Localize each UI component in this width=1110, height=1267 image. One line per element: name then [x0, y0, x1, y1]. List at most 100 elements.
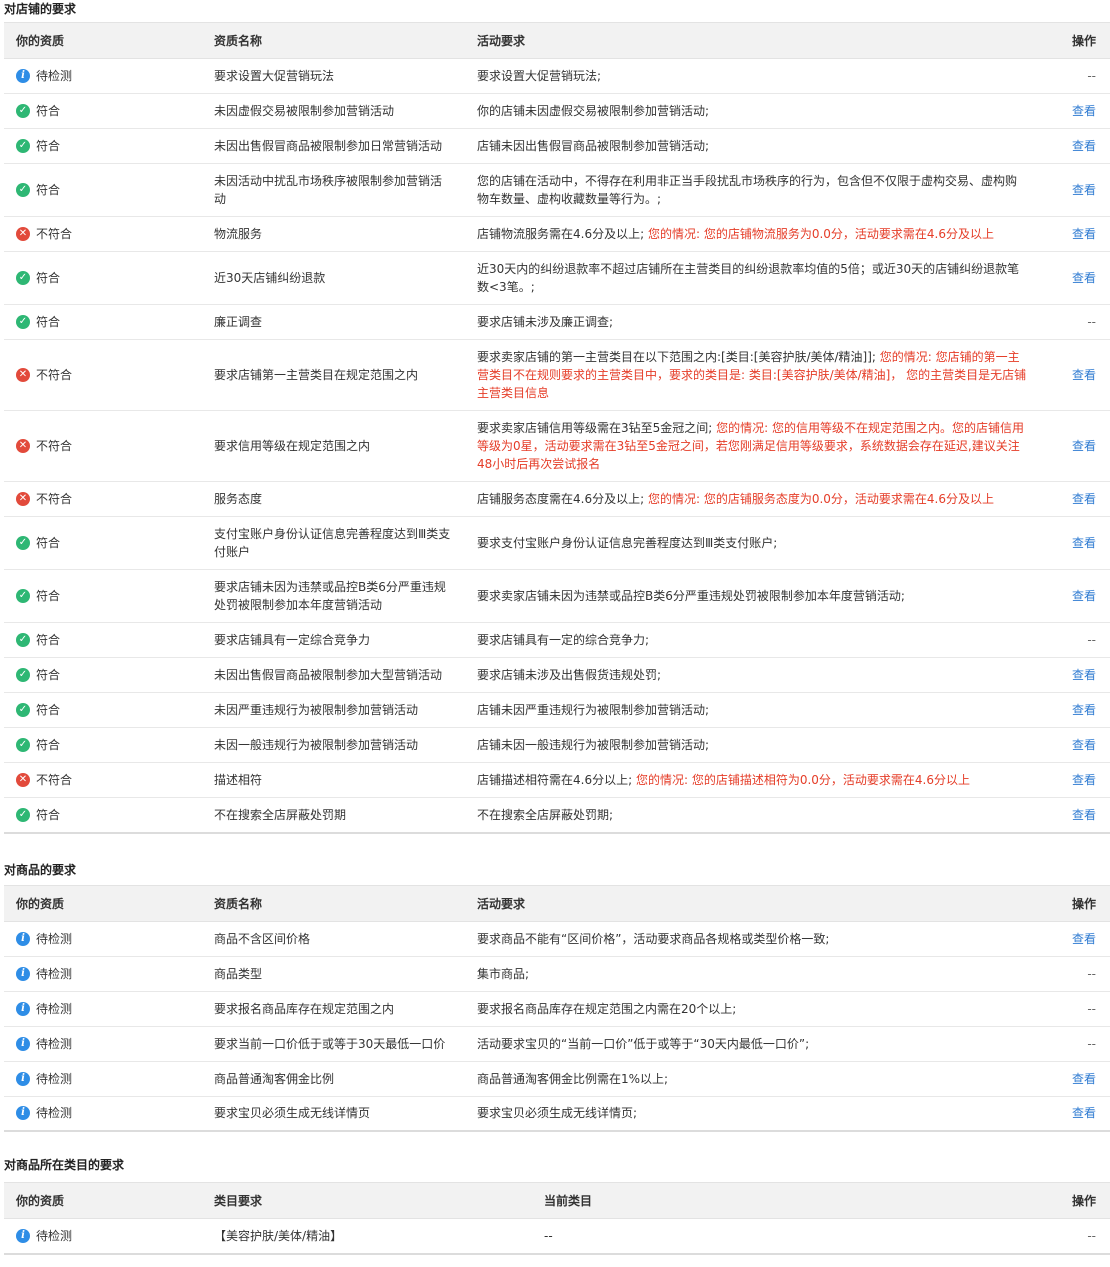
check-circle-icon: ✓: [16, 807, 30, 822]
qualification-name-cell: 要求店铺第一主营类目在规定范围之内: [202, 339, 465, 411]
view-link[interactable]: 查看: [1072, 1072, 1096, 1086]
table-row: ✓ 符合 未因活动中扰乱市场秩序被限制参加营销活动 您的店铺在活动中，不得存在利用非正…: [4, 163, 1110, 217]
check-circle-icon: ✓: [16, 104, 30, 118]
view-link[interactable]: 查看: [1072, 1106, 1096, 1120]
action-cell: --: [1040, 991, 1110, 1027]
view-link[interactable]: 查看: [1072, 439, 1096, 453]
action-cell: 查看: [1040, 1096, 1110, 1132]
status-cell: ✕ 不符合: [4, 410, 202, 482]
action-cell: 查看: [1040, 692, 1110, 728]
no-action-placeholder: --: [1087, 1001, 1096, 1016]
status-cell: ✓ 符合: [4, 657, 202, 693]
requirement-text: 近30天内的纠纷退款率不超过店铺所在主营类目的纠纷退款率均值的5倍；或近30天的…: [477, 262, 1020, 294]
view-link[interactable]: 查看: [1072, 536, 1096, 550]
qualification-name-cell: 未因虚假交易被限制参加营销活动: [202, 93, 465, 129]
requirement-cell: 店铺未因出售假冒商品被限制参加营销活动;: [465, 128, 1040, 164]
requirement-text: 店铺未因出售假冒商品被限制参加营销活动;: [477, 139, 710, 153]
column-header-action: 操作: [1040, 22, 1110, 59]
status-cell: ✕ 不符合: [4, 216, 202, 252]
status-badge: ✕ 不符合: [16, 771, 190, 789]
qualification-name-cell: 不在搜索全店屏蔽处罚期: [202, 797, 465, 834]
status-label: 符合: [36, 589, 61, 603]
status-cell: i 待检测: [4, 1096, 202, 1132]
requirement-text: 要求商品不能有“区间价格”，活动要求商品各规格或类型价格一致;: [477, 931, 830, 946]
view-link[interactable]: 查看: [1072, 492, 1096, 506]
view-link[interactable]: 查看: [1072, 368, 1096, 382]
check-circle-icon: ✓: [16, 315, 30, 329]
requirement-text: 您的店铺在活动中，不得存在利用非正当手段扰乱市场秩序的行为，包含但不仅限于虚构交…: [477, 174, 1018, 206]
table-row: i 待检测 要求宝贝必须生成无线详情页 要求宝贝必须生成无线详情页; 查看: [4, 1096, 1110, 1132]
requirement-cell: 店铺物流服务需在4.6分及以上; 您的情况: 您的店铺物流服务为0.0分，活动要…: [465, 216, 1040, 252]
view-link[interactable]: 查看: [1072, 104, 1096, 118]
info-circle-icon: i: [16, 931, 30, 946]
x-circle-icon: ✕: [16, 439, 30, 453]
status-cell: ✓ 符合: [4, 692, 202, 728]
action-cell: --: [1040, 58, 1110, 94]
no-action-placeholder: --: [1087, 1228, 1096, 1243]
action-cell: 查看: [1040, 727, 1110, 763]
requirement-text: 店铺描述相符需在4.6分以上;: [477, 773, 633, 787]
action-cell: 查看: [1040, 163, 1110, 217]
column-header-name: 资质名称: [202, 884, 465, 922]
requirement-text: 要求设置大促营销玩法;: [477, 69, 602, 83]
status-badge: ✓ 符合: [16, 269, 190, 287]
column-header-status: 你的资质: [4, 884, 202, 922]
qualification-name-cell: 商品不含区间价格: [202, 921, 465, 957]
view-link[interactable]: 查看: [1072, 932, 1096, 946]
table-header-row: 你的资质 资质名称 活动要求 操作: [4, 884, 1110, 922]
status-badge: i 待检测: [16, 1227, 190, 1245]
table-row: ✓ 符合 未因出售假冒商品被限制参加日常营销活动 店铺未因出售假冒商品被限制参加营销活…: [4, 128, 1110, 164]
qualification-name-cell: 未因活动中扰乱市场秩序被限制参加营销活动: [202, 163, 465, 217]
action-cell: 查看: [1040, 251, 1110, 305]
requirement-cell: 要求支付宝账户身份认证信息完善程度达到Ⅲ类支付账户;: [465, 516, 1040, 570]
action-cell: 查看: [1040, 797, 1110, 834]
view-link[interactable]: 查看: [1072, 227, 1096, 241]
table-row: ✕ 不符合 描述相符 店铺描述相符需在4.6分以上; 您的情况: 您的店铺描述相符为0…: [4, 762, 1110, 798]
status-label: 符合: [36, 633, 61, 647]
action-cell: 查看: [1040, 516, 1110, 570]
status-label: 待检测: [36, 1001, 73, 1016]
status-cell: ✓ 符合: [4, 304, 202, 340]
requirement-text: 活动要求宝贝的“当前一口价”低于或等于“30天内最低一口价”;: [477, 1036, 810, 1051]
action-cell: 查看: [1040, 921, 1110, 957]
status-badge: i 待检测: [16, 1104, 190, 1122]
action-cell: 查看: [1040, 216, 1110, 252]
view-link[interactable]: 查看: [1072, 589, 1096, 603]
status-label: 不符合: [36, 227, 73, 241]
table-row: ✓ 符合 近30天店铺纠纷退款 近30天内的纠纷退款率不超过店铺所在主营类目的纠纷退款…: [4, 251, 1110, 305]
table-row: ✓ 符合 要求店铺具有一定综合竞争力 要求店铺具有一定的综合竞争力; --: [4, 622, 1110, 658]
view-link[interactable]: 查看: [1072, 738, 1096, 752]
view-link[interactable]: 查看: [1072, 668, 1096, 682]
view-link[interactable]: 查看: [1072, 183, 1096, 197]
qualification-name-cell: 未因出售假冒商品被限制参加日常营销活动: [202, 128, 465, 164]
view-link[interactable]: 查看: [1072, 808, 1096, 822]
qualification-name-cell: 要求信用等级在规定范围之内: [202, 410, 465, 482]
view-link[interactable]: 查看: [1072, 773, 1096, 787]
requirement-cell: 集市商品;: [465, 956, 1040, 992]
status-label: 待检测: [36, 1036, 73, 1051]
requirement-text: 商品普通淘客佣金比例需在1%以上;: [477, 1071, 669, 1086]
view-link[interactable]: 查看: [1072, 139, 1096, 153]
view-link[interactable]: 查看: [1072, 271, 1096, 285]
status-cell: i 待检测: [4, 1061, 202, 1097]
status-cell: i 待检测: [4, 58, 202, 94]
status-badge: ✓ 符合: [16, 313, 190, 331]
status-badge: ✓ 符合: [16, 701, 190, 719]
requirement-text: 要求报名商品库存在规定范围之内需在20个以上;: [477, 1001, 737, 1016]
requirement-text: 要求卖家店铺信用等级需在3钻至5金冠之间;: [477, 421, 713, 435]
table-header-row: 你的资质 资质名称 活动要求 操作: [4, 22, 1110, 59]
action-cell: 查看: [1040, 762, 1110, 798]
situation-warning-text: 您的情况: 您的店铺服务态度为0.0分，活动要求需在4.6分及以上: [647, 492, 994, 506]
requirement-text: 店铺物流服务需在4.6分及以上;: [477, 227, 645, 241]
column-header-action: 操作: [1040, 1182, 1110, 1219]
table-row: ✕ 不符合 要求信用等级在规定范围之内 要求卖家店铺信用等级需在3钻至5金冠之间; 您…: [4, 410, 1110, 482]
action-cell: 查看: [1040, 128, 1110, 164]
status-label: 不符合: [36, 773, 73, 787]
action-cell: --: [1040, 1218, 1110, 1255]
requirement-cell: 要求店铺具有一定的综合竞争力;: [465, 622, 1040, 658]
status-cell: ✓ 符合: [4, 516, 202, 570]
requirement-cell: 近30天内的纠纷退款率不超过店铺所在主营类目的纠纷退款率均值的5倍；或近30天的…: [465, 251, 1040, 305]
requirement-text: 不在搜索全店屏蔽处罚期;: [477, 807, 614, 822]
no-action-placeholder: --: [1087, 69, 1096, 83]
view-link[interactable]: 查看: [1072, 703, 1096, 717]
